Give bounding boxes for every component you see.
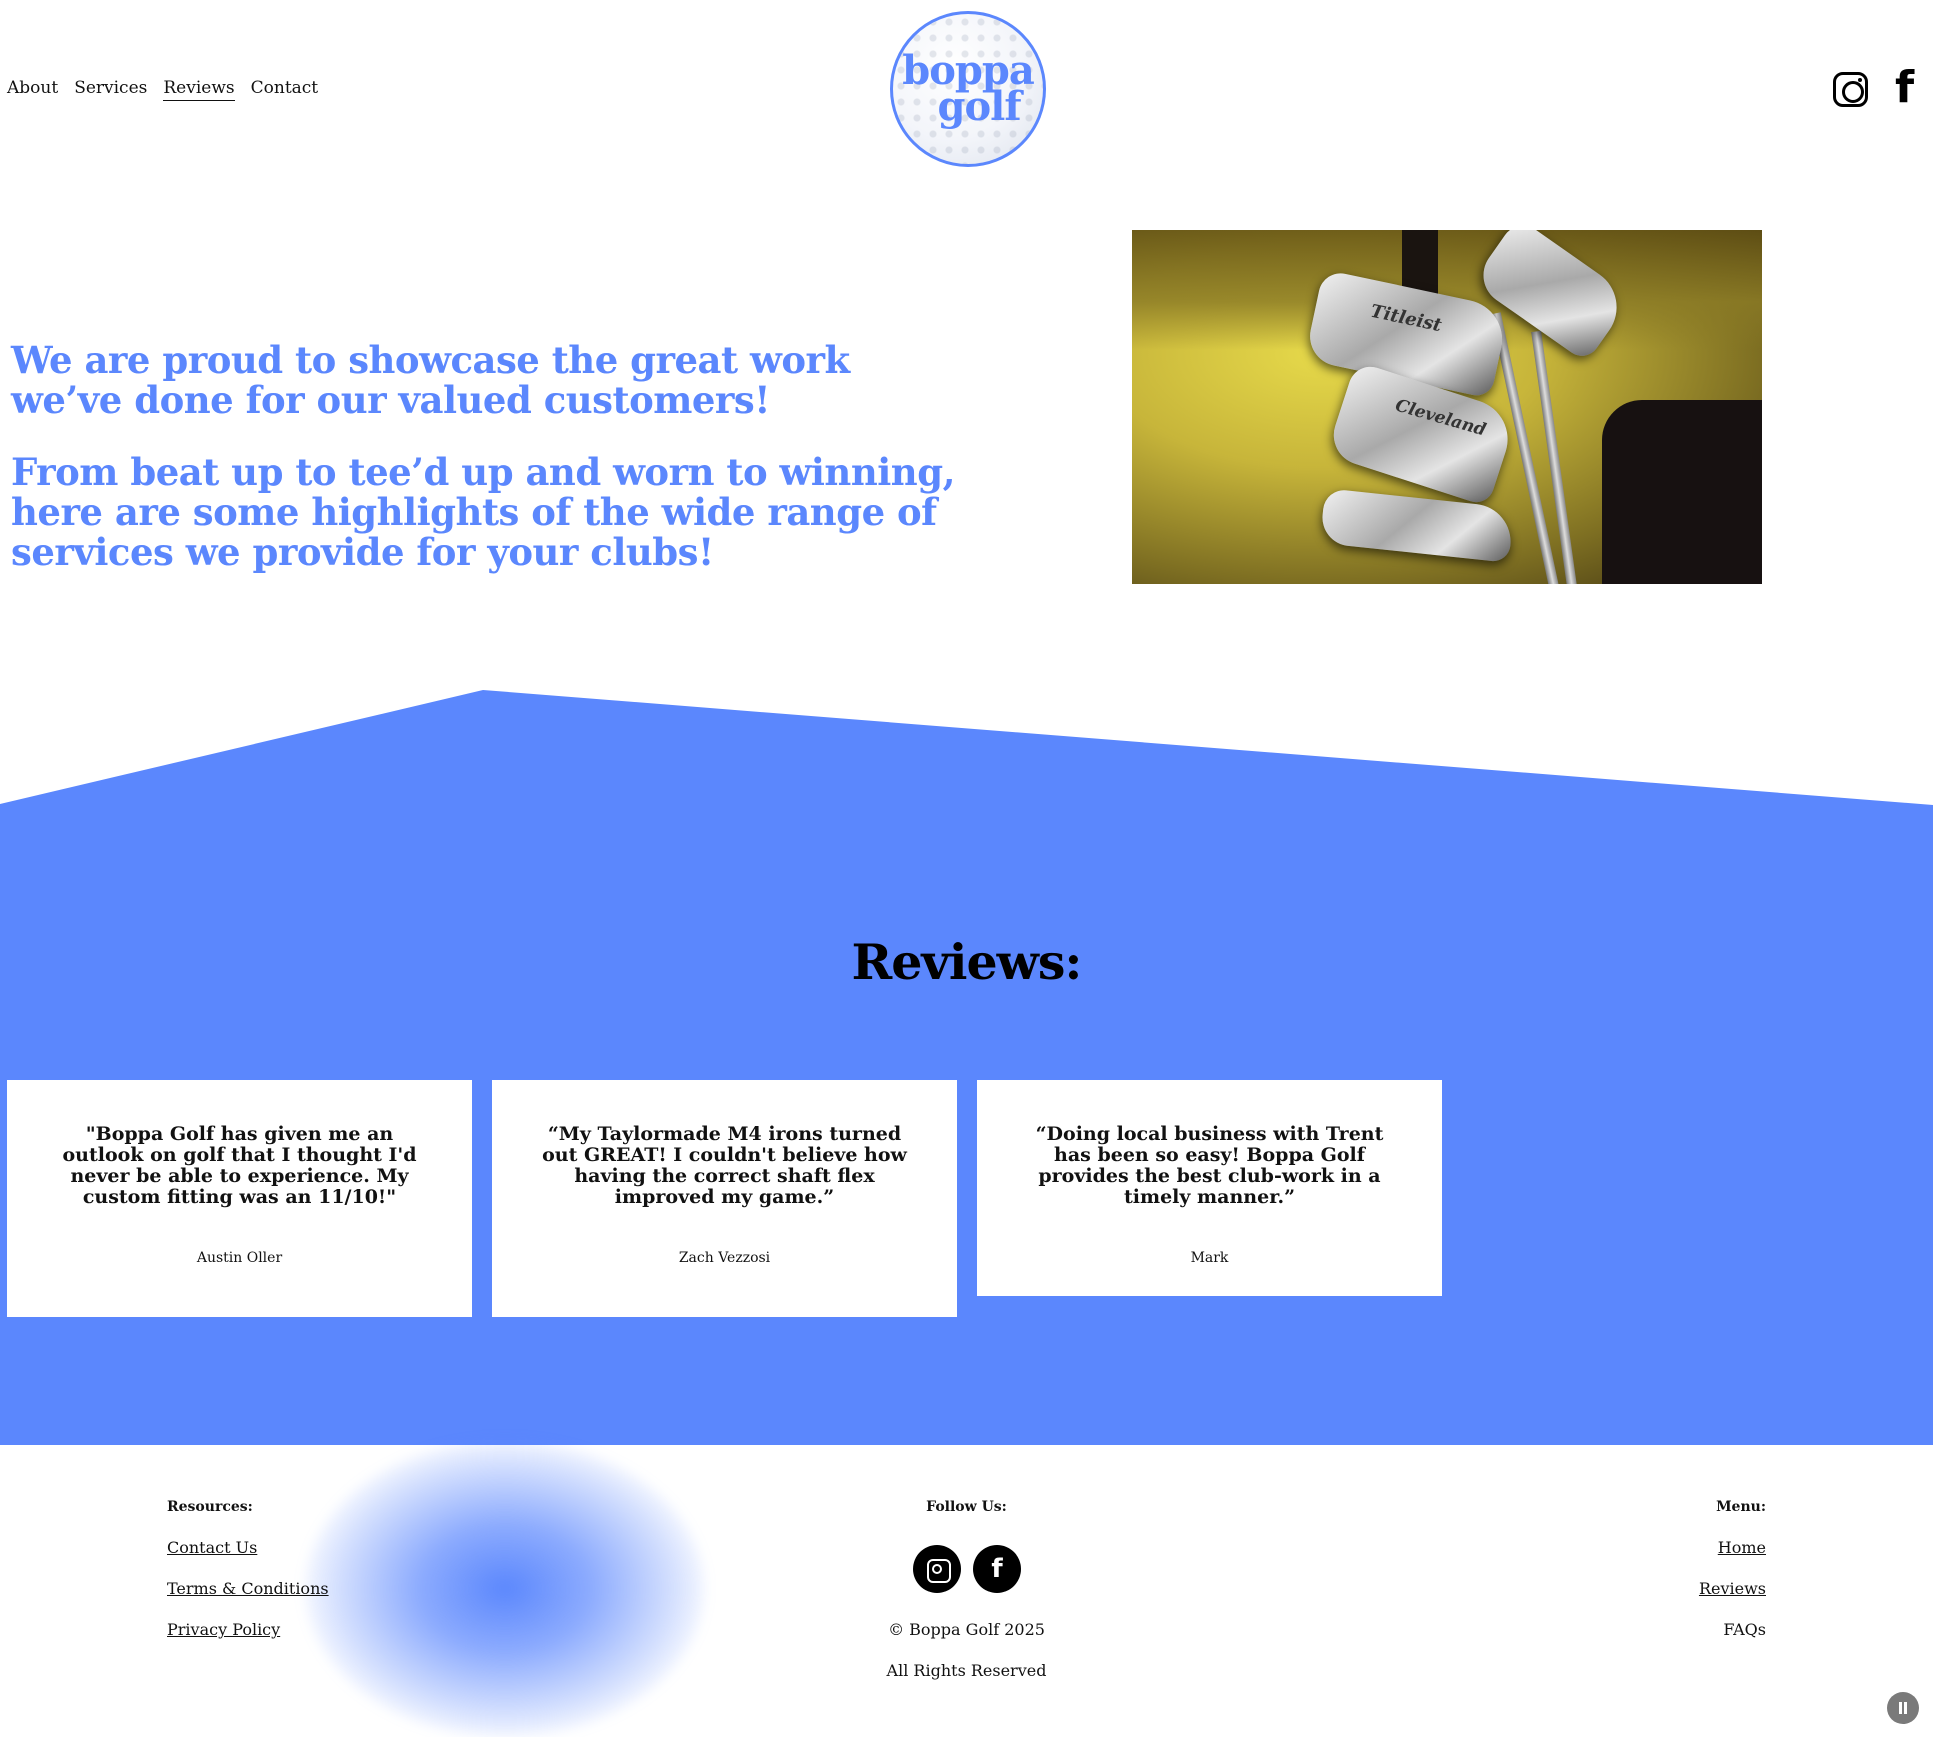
reviews-background	[0, 690, 1933, 1445]
nav-services[interactable]: Services	[74, 78, 147, 101]
review-author: Austin Oller	[196, 1250, 283, 1266]
review-card: "Boppa Golf has given me an outlook on g…	[7, 1080, 472, 1317]
site-logo[interactable]: boppa golf	[890, 11, 1046, 167]
review-card: “My Taylormade M4 irons turned out GREAT…	[492, 1080, 957, 1317]
decorative-blur-blob	[305, 1440, 705, 1737]
footer-link-contact-us[interactable]: Contact Us	[167, 1538, 257, 1557]
logo-line2: golf	[937, 83, 1021, 130]
intro-text: We are proud to showcase the great work …	[11, 340, 971, 604]
review-quote: “My Taylormade M4 irons turned out GREAT…	[542, 1123, 907, 1208]
review-card: “Doing local business with Trent has bee…	[977, 1080, 1442, 1296]
golf-bag	[1602, 400, 1762, 584]
footer-link-reviews[interactable]: Reviews	[1699, 1579, 1766, 1598]
nav-contact[interactable]: Contact	[251, 78, 319, 101]
footer-link-faqs[interactable]: FAQs	[1723, 1620, 1766, 1639]
review-quote: "Boppa Golf has given me an outlook on g…	[62, 1123, 417, 1208]
main-nav: About Services Reviews Contact	[7, 78, 334, 101]
review-author: Zach Vezzosi	[678, 1250, 771, 1266]
golf-clubs-photo: Titleist Cleveland	[1132, 230, 1762, 584]
facebook-icon[interactable]: f	[1895, 66, 1914, 110]
nav-reviews[interactable]: Reviews	[163, 78, 235, 101]
review-quote: “Doing local business with Trent has bee…	[1035, 1123, 1384, 1208]
footer-link-home[interactable]: Home	[1718, 1538, 1766, 1557]
footer-link-terms[interactable]: Terms & Conditions	[167, 1579, 329, 1598]
footer-instagram-icon[interactable]	[913, 1545, 961, 1593]
pause-button[interactable]	[1887, 1692, 1919, 1724]
reviews-title: Reviews:	[851, 933, 1082, 991]
footer-facebook-icon[interactable]: f	[973, 1545, 1021, 1593]
footer-copyright: © Boppa Golf 2025	[888, 1620, 1045, 1639]
club-shaft	[1531, 330, 1583, 584]
review-author: Mark	[1190, 1250, 1229, 1266]
intro-paragraph-2: From beat up to tee’d up and worn to win…	[11, 450, 955, 574]
footer-follow-heading: Follow Us:	[926, 1499, 1007, 1515]
nav-about[interactable]: About	[7, 78, 58, 101]
intro-paragraph-1: We are proud to showcase the great work …	[11, 338, 850, 422]
instagram-icon[interactable]	[1833, 72, 1868, 107]
footer-rights: All Rights Reserved	[886, 1661, 1047, 1680]
footer-menu-heading: Menu:	[1716, 1499, 1766, 1515]
